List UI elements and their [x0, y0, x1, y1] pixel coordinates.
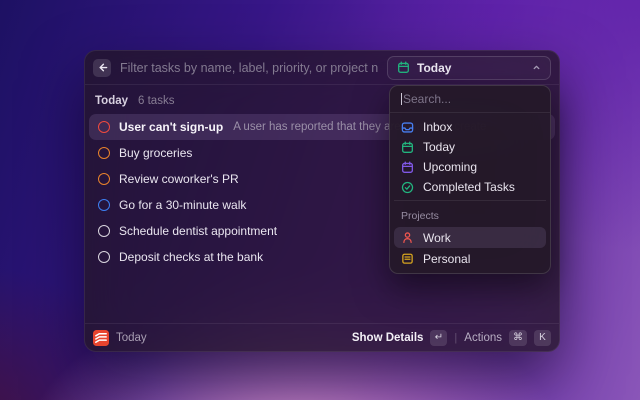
task-title: Buy groceries	[119, 146, 192, 160]
dropdown-search-placeholder: Search...	[403, 92, 451, 106]
cmd-key-badge: ⌘	[509, 330, 527, 346]
calendar-icon	[401, 141, 414, 154]
task-checkbox-circle[interactable]	[98, 173, 110, 185]
dropdown-list: Inbox Today Upcoming	[390, 113, 550, 273]
todoist-logo-icon	[93, 330, 109, 346]
section-title: Today	[95, 95, 128, 107]
search-topbar: Filter tasks by name, label, priority, o…	[85, 51, 559, 85]
task-title: Schedule dentist appointment	[119, 224, 277, 238]
calendar-icon	[401, 161, 414, 174]
chevron-up-icon	[532, 63, 541, 72]
section-task-count: 6 tasks	[138, 95, 174, 107]
action-bar-shortcuts: Show Details ↵ | Actions ⌘ K	[352, 330, 551, 346]
dropdown-item-label: Upcoming	[423, 160, 477, 174]
filter-tasks-input[interactable]: Filter tasks by name, label, priority, o…	[120, 61, 378, 75]
dropdown-item-today[interactable]: Today	[394, 137, 546, 157]
shortcut-separator: |	[454, 332, 457, 344]
text-cursor	[401, 93, 402, 105]
check-circle-icon	[401, 181, 414, 194]
dropdown-item-work[interactable]: Work	[394, 227, 546, 248]
filter-dropdown-panel: Search... Inbox Today	[389, 85, 551, 274]
action-bar: Today Show Details ↵ | Actions ⌘ K	[85, 323, 559, 351]
task-checkbox-circle[interactable]	[98, 225, 110, 237]
quick-find-window: Filter tasks by name, label, priority, o…	[84, 50, 560, 352]
arrow-left-icon	[97, 62, 108, 73]
dropdown-item-label: Today	[423, 140, 455, 154]
dropdown-item-label: Completed Tasks	[423, 180, 515, 194]
dropdown-item-inbox[interactable]: Inbox	[394, 117, 546, 137]
archive-box-icon	[401, 252, 414, 265]
dropdown-item-label: Work	[423, 231, 451, 245]
projects-section-header: Projects	[394, 204, 546, 227]
filter-dropdown-label: Today	[417, 61, 451, 75]
desktop-background: Filter tasks by name, label, priority, o…	[0, 0, 640, 400]
back-button[interactable]	[93, 59, 111, 77]
show-details-button[interactable]: Show Details	[352, 332, 424, 344]
person-icon	[401, 231, 414, 244]
k-key-badge: K	[534, 330, 551, 346]
dropdown-item-upcoming[interactable]: Upcoming	[394, 157, 546, 177]
dropdown-item-label: Personal	[423, 252, 470, 266]
task-title: Go for a 30-minute walk	[119, 198, 246, 212]
task-checkbox-circle[interactable]	[98, 199, 110, 211]
actions-button[interactable]: Actions	[464, 332, 502, 344]
task-title: User can't sign-up	[119, 120, 223, 134]
today-filter-dropdown-button[interactable]: Today	[387, 56, 551, 80]
dropdown-item-personal[interactable]: Personal	[394, 248, 546, 269]
task-checkbox-circle[interactable]	[98, 121, 110, 133]
inbox-icon	[401, 121, 414, 134]
dropdown-item-completed-tasks[interactable]: Completed Tasks	[394, 177, 546, 197]
task-title: Deposit checks at the bank	[119, 250, 263, 264]
context-label: Today	[116, 332, 147, 344]
task-checkbox-circle[interactable]	[98, 251, 110, 263]
calendar-icon	[397, 61, 410, 74]
dropdown-divider	[394, 200, 546, 201]
dropdown-search-input[interactable]: Search...	[390, 86, 550, 113]
task-checkbox-circle[interactable]	[98, 147, 110, 159]
return-key-badge: ↵	[430, 330, 447, 346]
task-title: Review coworker's PR	[119, 172, 239, 186]
dropdown-item-label: Inbox	[423, 120, 452, 134]
